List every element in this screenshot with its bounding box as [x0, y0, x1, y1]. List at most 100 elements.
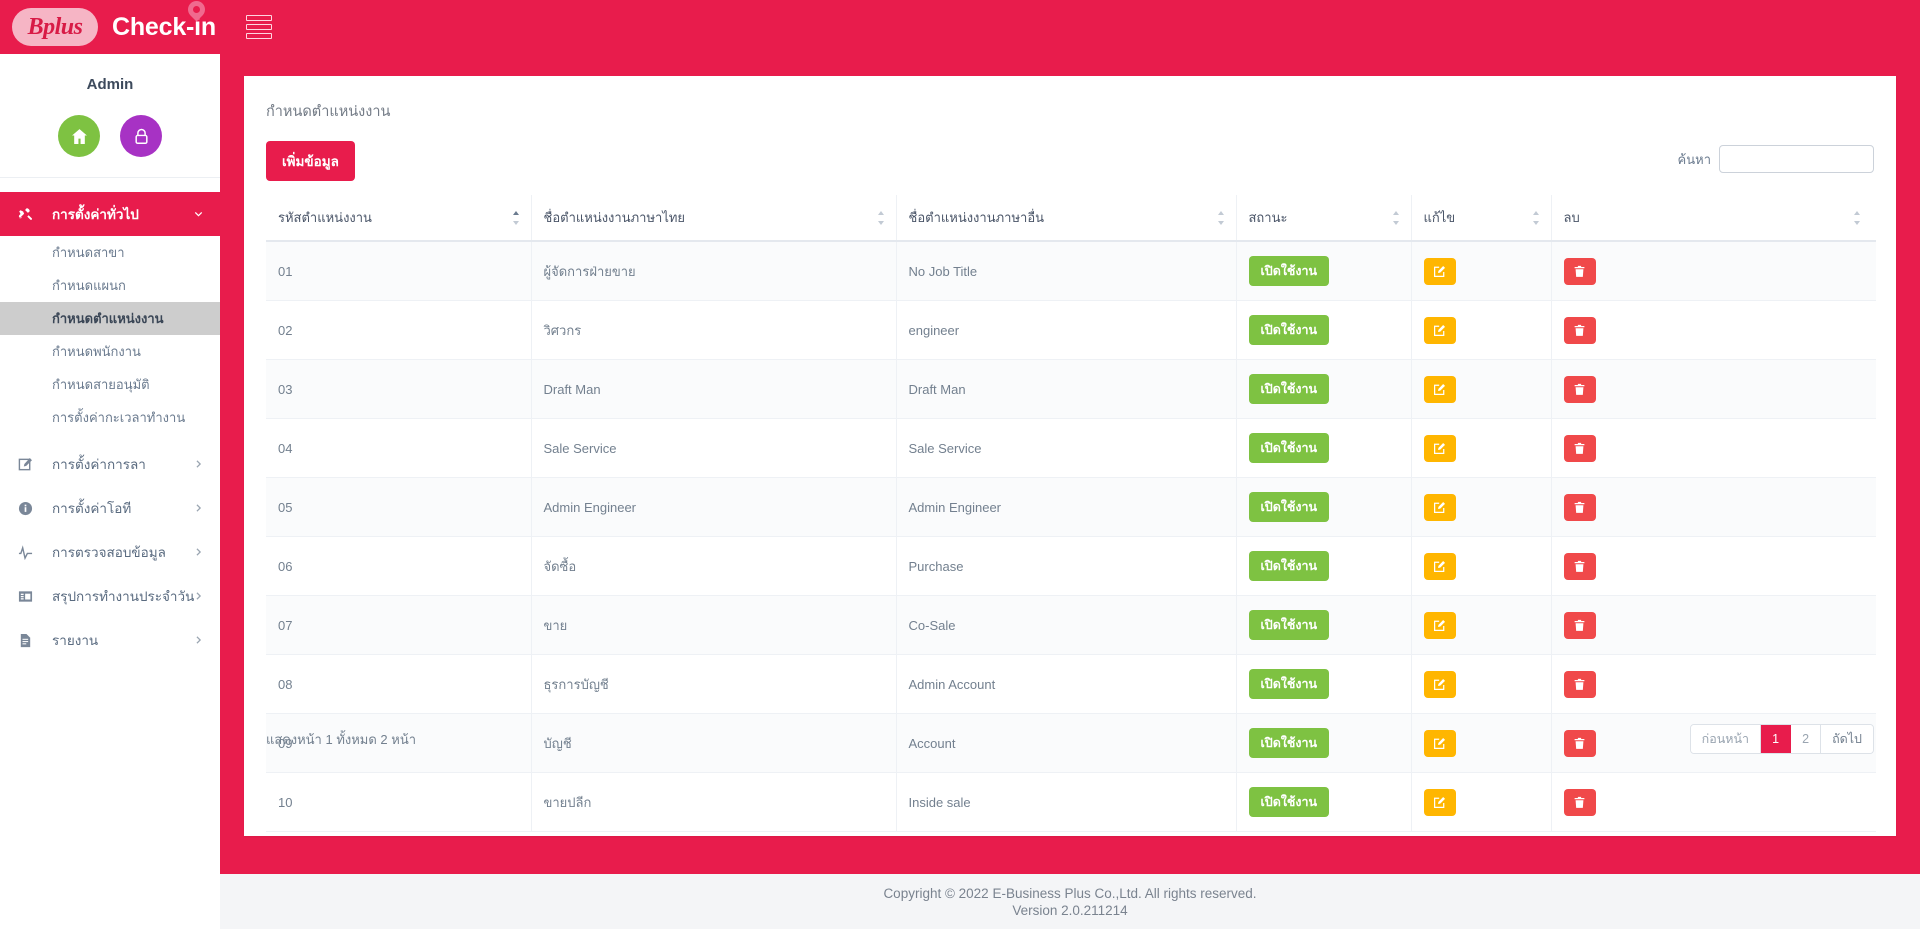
pagination-page-2[interactable]: 2: [1791, 725, 1822, 753]
sidebar-subitem-work-shift[interactable]: การตั้งค่ากะเวลาทำงาน: [0, 401, 220, 434]
cell-name-other: Admin Engineer: [896, 477, 1237, 537]
status-badge[interactable]: เปิดใช้งาน: [1248, 374, 1330, 404]
cell-edit: [1411, 654, 1552, 714]
cell-name-th: Sale Service: [531, 418, 897, 478]
pencil-square-icon: [1434, 560, 1446, 572]
delete-row-button[interactable]: [1563, 788, 1596, 816]
status-badge[interactable]: เปิดใช้งาน: [1248, 610, 1330, 640]
table-row: 01 ผู้จัดการฝ่ายขาย No Job Title เปิดใช้งาน: [266, 241, 1876, 301]
cell-code: 02: [266, 300, 532, 360]
edit-row-button[interactable]: [1423, 257, 1456, 285]
status-badge[interactable]: เปิดใช้งาน: [1248, 492, 1330, 522]
app-name: Check-in: [112, 0, 216, 42]
pencil-square-icon: [1434, 265, 1446, 277]
trash-icon: [1574, 560, 1585, 572]
edit-square-icon: [18, 457, 40, 472]
cell-edit: [1411, 477, 1552, 537]
sidebar-subitem-job-position[interactable]: กำหนดตำแหน่งงาน: [0, 302, 220, 335]
trash-icon: [1574, 619, 1585, 631]
delete-row-button[interactable]: [1563, 552, 1596, 580]
footer-copyright: Copyright © 2022 E-Business Plus Co.,Ltd…: [883, 885, 1257, 901]
cell-edit: [1411, 359, 1552, 419]
cell-name-other: Inside sale: [896, 772, 1237, 832]
hamburger-menu-icon[interactable]: [246, 12, 276, 42]
edit-row-button[interactable]: [1423, 611, 1456, 639]
sidebar-item-daily-summary[interactable]: สรุปการทำงานประจำวัน: [0, 574, 220, 618]
pencil-square-icon: [1434, 796, 1446, 808]
pagination-page-1[interactable]: 1: [1761, 725, 1792, 753]
delete-row-button[interactable]: [1563, 611, 1596, 639]
sidebar-subitem-label: การตั้งค่ากะเวลาทำงาน: [52, 410, 186, 425]
cell-delete: [1551, 300, 1876, 360]
status-badge[interactable]: เปิดใช้งาน: [1248, 256, 1330, 286]
edit-row-button[interactable]: [1423, 552, 1456, 580]
page-footer: Copyright © 2022 E-Business Plus Co.,Ltd…: [220, 874, 1920, 929]
edit-row-button[interactable]: [1423, 788, 1456, 816]
column-header-status[interactable]: สถานะ: [1236, 195, 1412, 242]
delete-row-button[interactable]: [1563, 257, 1596, 285]
sidebar-subitem-label: กำหนดตำแหน่งงาน: [52, 311, 164, 326]
table-row: 04 Sale Service Sale Service เปิดใช้งาน: [266, 418, 1876, 478]
sidebar-subitem-branch[interactable]: กำหนดสาขา: [0, 236, 220, 269]
home-icon: [71, 128, 87, 144]
sort-arrows-icon: [1391, 210, 1401, 225]
cell-code: 01: [266, 241, 532, 301]
lock-icon: [134, 128, 148, 144]
pagination-info: แสดงหน้า 1 ทั้งหมด 2 หน้า: [266, 731, 417, 747]
status-badge[interactable]: เปิดใช้งาน: [1248, 551, 1330, 581]
cell-name-th: ขายปลีก: [531, 772, 897, 832]
cell-name-other: Admin Account: [896, 654, 1237, 714]
delete-row-button[interactable]: [1563, 434, 1596, 462]
trash-icon: [1574, 265, 1585, 277]
cell-name-th: ธุรการบัญชี: [531, 654, 897, 714]
status-badge[interactable]: เปิดใช้งาน: [1248, 669, 1330, 699]
pencil-square-icon: [1434, 678, 1446, 690]
edit-row-button[interactable]: [1423, 316, 1456, 344]
sort-arrows-icon: [1531, 210, 1541, 225]
trash-icon: [1574, 442, 1585, 454]
cell-name-other: No Job Title: [896, 241, 1237, 301]
column-header-code[interactable]: รหัสตำแหน่งงาน: [266, 195, 532, 242]
home-button[interactable]: [58, 115, 100, 157]
delete-row-button[interactable]: [1563, 670, 1596, 698]
delete-row-button[interactable]: [1563, 375, 1596, 403]
status-badge[interactable]: เปิดใช้งาน: [1248, 315, 1330, 345]
sidebar-item-label: การตั้งค่าทั่วไป: [52, 207, 139, 222]
status-badge[interactable]: เปิดใช้งาน: [1248, 433, 1330, 463]
user-name: Admin: [86, 76, 134, 93]
sidebar-subitem-approval-line[interactable]: กำหนดสายอนุมัติ: [0, 368, 220, 401]
sidebar-subitem-employee[interactable]: กำหนดพนักงาน: [0, 335, 220, 368]
sidebar-item-leave-settings[interactable]: การตั้งค่าการลา: [0, 442, 220, 486]
search-input[interactable]: [1719, 145, 1874, 173]
lock-button[interactable]: [120, 115, 162, 157]
sidebar-subitem-department[interactable]: กำหนดแผนก: [0, 269, 220, 302]
column-header-name-other[interactable]: ชื่อตำแหน่งงานภาษาอื่น: [896, 195, 1237, 242]
column-header-name-th[interactable]: ชื่อตำแหน่งงานภาษาไทย: [531, 195, 897, 242]
edit-row-button[interactable]: [1423, 434, 1456, 462]
pagination-prev[interactable]: ก่อนหน้า: [1690, 725, 1762, 753]
delete-row-button[interactable]: [1563, 316, 1596, 344]
tools-icon: [18, 207, 40, 222]
edit-row-button[interactable]: [1423, 375, 1456, 403]
status-badge[interactable]: เปิดใช้งาน: [1248, 787, 1330, 817]
sidebar-item-general-settings[interactable]: การตั้งค่าทั่วไป: [0, 192, 220, 236]
chevron-right-icon: [193, 591, 204, 602]
add-data-button[interactable]: เพิ่มข้อมูล: [266, 141, 355, 181]
cell-delete: [1551, 418, 1876, 478]
cell-delete: [1551, 536, 1876, 596]
pagination-next[interactable]: ถัดไป: [1821, 725, 1873, 753]
delete-row-button[interactable]: [1563, 493, 1596, 521]
sidebar-item-data-audit[interactable]: การตรวจสอบข้อมูล: [0, 530, 220, 574]
cell-name-other: Purchase: [896, 536, 1237, 596]
sidebar-item-ot-settings[interactable]: การตั้งค่าโอที: [0, 486, 220, 530]
page-title: กำหนดตำแหน่งงาน: [266, 104, 391, 120]
edit-row-button[interactable]: [1423, 670, 1456, 698]
column-header-delete[interactable]: ลบ: [1551, 195, 1876, 242]
cell-status: เปิดใช้งาน: [1236, 359, 1412, 419]
table-row: 03 Draft Man Draft Man เปิดใช้งาน: [266, 359, 1876, 419]
sidebar-item-reports[interactable]: รายงาน: [0, 618, 220, 662]
brand-logo[interactable]: Bplus Check-in: [0, 0, 220, 54]
column-header-edit[interactable]: แก้ไข: [1411, 195, 1552, 242]
cell-status: เปิดใช้งาน: [1236, 772, 1412, 832]
edit-row-button[interactable]: [1423, 493, 1456, 521]
